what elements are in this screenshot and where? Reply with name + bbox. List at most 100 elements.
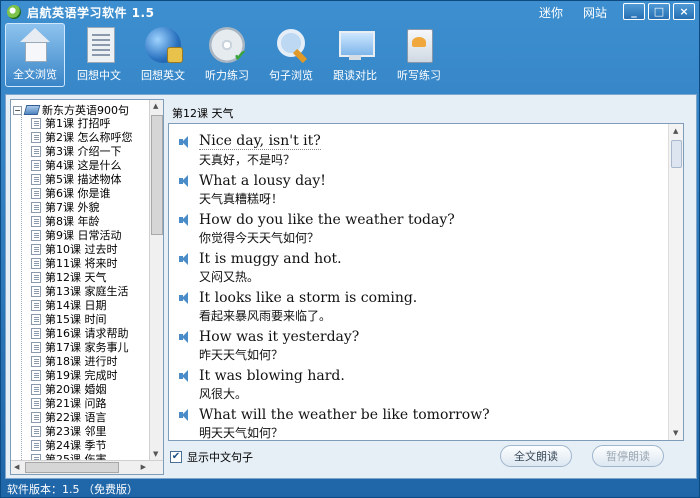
- page-icon: [31, 271, 41, 283]
- main-panel: − 新东方英语900句 第1课 打招呼 第2课 怎么称呼您 第3课 介绍一下 第4课 …: [5, 94, 697, 479]
- page-icon: [31, 159, 41, 171]
- page-icon: [31, 341, 41, 353]
- sentence-item: It looks like a storm is coming. 看起来暴风雨要来…: [179, 288, 669, 325]
- page-icon: [31, 229, 41, 241]
- tool-full-text-browse[interactable]: 全文浏览: [5, 23, 65, 87]
- show-chinese-checkbox[interactable]: ✔: [170, 451, 182, 463]
- chinese-translation: 明天天气如何？: [199, 426, 284, 440]
- website-link[interactable]: 网站: [583, 4, 607, 21]
- tree-lesson-item[interactable]: 第24课 季节: [31, 438, 161, 452]
- speaker-icon[interactable]: [179, 135, 193, 148]
- tree-lesson-item[interactable]: 第7课 外貌: [31, 200, 161, 214]
- speaker-icon[interactable]: [179, 330, 193, 343]
- sentence-item: It is muggy and hot. 又闷又热。: [179, 249, 669, 286]
- window-controls: _ □ ×: [623, 3, 695, 20]
- tree-lesson-item[interactable]: 第20课 婚姻: [31, 382, 161, 396]
- read-all-button[interactable]: 全文朗读: [500, 445, 572, 467]
- scroll-down-icon[interactable]: ▼: [153, 450, 158, 458]
- tree-lesson-item[interactable]: 第12课 天气: [31, 270, 161, 284]
- maximize-button[interactable]: □: [648, 3, 670, 20]
- english-sentence-row[interactable]: How do you like the weather today?: [179, 210, 669, 229]
- english-sentence-row[interactable]: It was blowing hard.: [179, 366, 669, 385]
- sentence-item: How do you like the weather today? 你觉得今天天…: [179, 210, 669, 247]
- speaker-icon[interactable]: [179, 213, 193, 226]
- tree-lesson-item[interactable]: 第13课 家庭生活: [31, 284, 161, 298]
- tree-lesson-item[interactable]: 第2课 怎么称呼您: [31, 130, 161, 144]
- scroll-thumb[interactable]: [25, 462, 119, 473]
- speaker-icon[interactable]: [179, 174, 193, 187]
- tree-lesson-item[interactable]: 第5课 描述物体: [31, 172, 161, 186]
- content-vertical-scrollbar[interactable]: ▲ ▼: [668, 124, 683, 440]
- tree-lesson-item[interactable]: 第9课 日常活动: [31, 228, 161, 242]
- tree-lesson-item[interactable]: 第16课 请求帮助: [31, 326, 161, 340]
- home-icon: [17, 26, 53, 62]
- tree-lesson-item[interactable]: 第14课 日期: [31, 298, 161, 312]
- speaker-icon[interactable]: [179, 252, 193, 265]
- chinese-translation: 看起来暴风雨要来临了。: [199, 309, 332, 323]
- tool-recall-english[interactable]: 回想英文: [133, 23, 193, 87]
- english-sentence-row[interactable]: What a lousy day!: [179, 171, 669, 190]
- speaker-icon[interactable]: [179, 291, 193, 304]
- english-sentence: It looks like a storm is coming.: [199, 289, 418, 306]
- close-button[interactable]: ×: [673, 3, 695, 20]
- scroll-up-icon[interactable]: ▲: [673, 127, 678, 135]
- tree-lesson-item[interactable]: 第10课 过去时: [31, 242, 161, 256]
- scroll-thumb[interactable]: [151, 115, 163, 235]
- chinese-translation: 天气真糟糕呀！: [199, 192, 284, 206]
- status-bar: 软件版本：1.5 （免费版）: [7, 483, 138, 496]
- tree-lesson-item[interactable]: 第8课 年龄: [31, 214, 161, 228]
- scroll-left-icon[interactable]: ◀: [14, 463, 19, 471]
- page-icon: [31, 131, 41, 143]
- show-chinese-option[interactable]: ✔ 显示中文句子: [170, 449, 253, 465]
- lesson-list: 第1课 打招呼 第2课 怎么称呼您 第3课 介绍一下 第4课 这是什么 第5课 描述物体…: [31, 116, 161, 466]
- tree-lesson-item[interactable]: 第19课 完成时: [31, 368, 161, 382]
- speaker-icon[interactable]: [179, 369, 193, 382]
- tree-lesson-item[interactable]: 第18课 进行时: [31, 354, 161, 368]
- chinese-translation: 你觉得今天天气如何？: [199, 231, 320, 245]
- tree-lesson-item[interactable]: 第23课 邻里: [31, 424, 161, 438]
- monitor-icon: [337, 27, 375, 63]
- toolbar: 全文浏览 回想中文 回想英文 听力练习 句子浏览 跟读对比 听写练习: [5, 23, 695, 89]
- english-sentence: How do you like the weather today?: [199, 211, 455, 228]
- tree-lesson-item[interactable]: 第22课 语言: [31, 410, 161, 424]
- tool-read-along-compare[interactable]: 跟读对比: [325, 23, 385, 87]
- english-sentence-row[interactable]: It looks like a storm is coming.: [179, 288, 669, 307]
- tree-lesson-item[interactable]: 第1课 打招呼: [31, 116, 161, 130]
- tree-lesson-item[interactable]: 第4课 这是什么: [31, 158, 161, 172]
- minimize-button[interactable]: _: [623, 3, 645, 20]
- tree-lesson-item[interactable]: 第11课 将来时: [31, 256, 161, 270]
- mini-mode-link[interactable]: 迷你: [539, 4, 563, 21]
- scroll-thumb[interactable]: [671, 140, 682, 168]
- tree-lesson-item[interactable]: 第21课 问路: [31, 396, 161, 410]
- english-sentence-row[interactable]: Nice day, isn't it?: [179, 132, 669, 151]
- tool-label: 回想中文: [77, 69, 121, 82]
- english-sentence-row[interactable]: What will the weather be like tomorrow?: [179, 405, 669, 424]
- page-icon: [31, 215, 41, 227]
- scroll-right-icon[interactable]: ▶: [141, 463, 146, 471]
- tool-listening-practice[interactable]: 听力练习: [197, 23, 257, 87]
- tool-dictation-practice[interactable]: 听写练习: [389, 23, 449, 87]
- speaker-icon[interactable]: [179, 408, 193, 421]
- sentence-list: Nice day, isn't it? 天真好，不是吗？ What a lousy …: [179, 132, 669, 440]
- tablet-icon: [401, 27, 437, 63]
- tree-lesson-item[interactable]: 第15课 时间: [31, 312, 161, 326]
- english-sentence-row[interactable]: It is muggy and hot.: [179, 249, 669, 268]
- scroll-up-icon[interactable]: ▲: [153, 102, 158, 110]
- magnifier-icon: [273, 27, 309, 63]
- tree-lesson-item[interactable]: 第17课 家务事儿: [31, 340, 161, 354]
- sentence-item: How was it yesterday? 昨天天气如何？: [179, 327, 669, 364]
- tool-label: 回想英文: [141, 69, 185, 82]
- page-icon: [31, 173, 41, 185]
- tree-lesson-item[interactable]: 第6课 你是谁: [31, 186, 161, 200]
- lesson-title: 第12课 天气: [172, 107, 234, 120]
- tree-vertical-scrollbar[interactable]: ▲ ▼: [149, 100, 163, 460]
- english-sentence-row[interactable]: How was it yesterday?: [179, 327, 669, 346]
- lesson-tree: − 新东方英语900句 第1课 打招呼 第2课 怎么称呼您 第3课 介绍一下 第4课 …: [10, 99, 164, 475]
- pause-reading-button[interactable]: 暂停朗读: [592, 445, 664, 467]
- tool-sentence-browse[interactable]: 句子浏览: [261, 23, 321, 87]
- tree-horizontal-scrollbar[interactable]: ◀ ▶: [11, 460, 163, 474]
- scroll-down-icon[interactable]: ▼: [673, 429, 678, 437]
- tree-lesson-item[interactable]: 第3课 介绍一下: [31, 144, 161, 158]
- tool-recall-chinese[interactable]: 回想中文: [69, 23, 129, 87]
- page-icon: [31, 145, 41, 157]
